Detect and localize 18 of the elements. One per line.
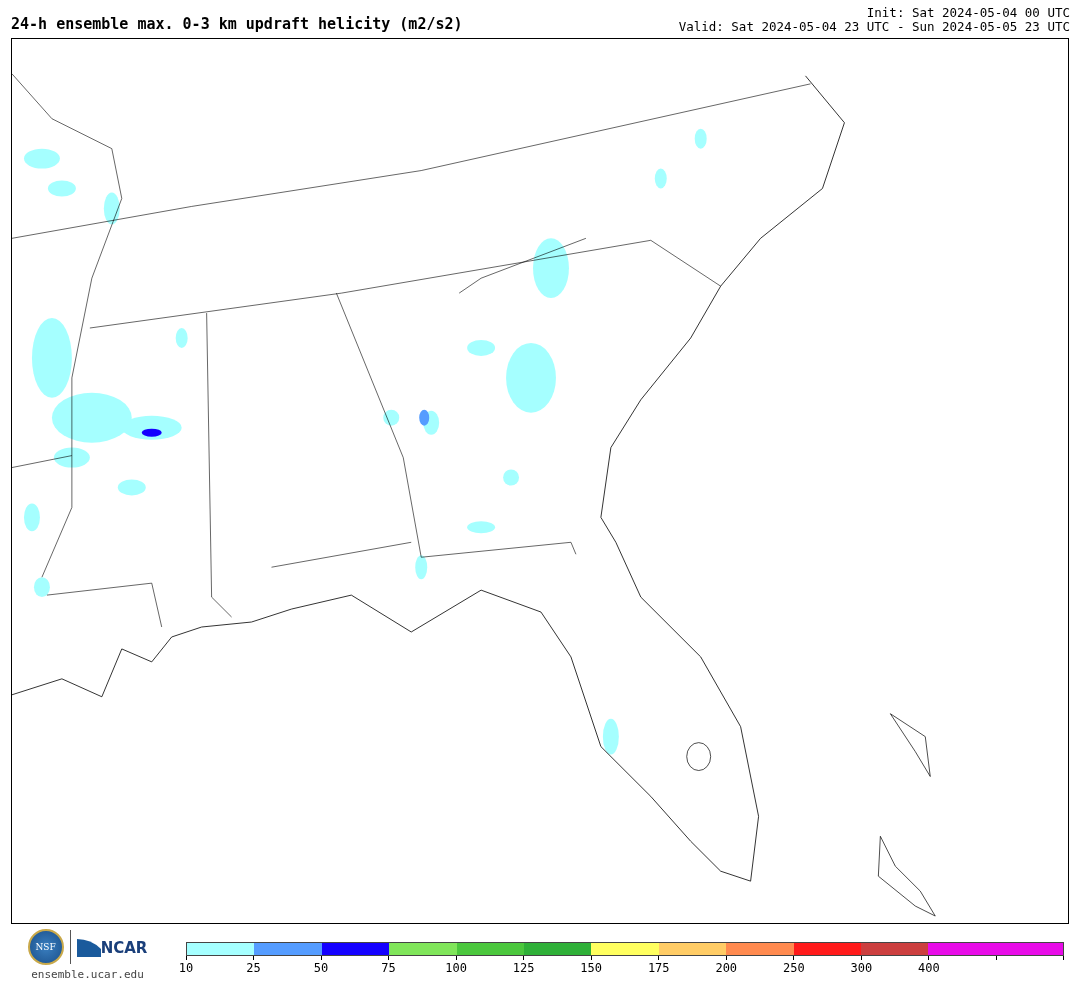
ncar-logo: NCAR [76,937,148,957]
tick-label: 75 [381,961,396,975]
tick-label: 200 [715,961,738,975]
tick-label: 125 [512,961,535,975]
valid-time: Valid: Sat 2024-05-04 23 UTC - Sun 2024-05-05 23 UTC [678,20,1070,34]
tick-label: 25 [246,961,261,975]
site-url: ensemble.ucar.edu [31,968,144,981]
tick-label: 100 [445,961,467,975]
seal-logo: NSF [27,929,64,965]
tick-label: 175 [647,961,670,975]
tick-label: 50 [313,961,329,975]
tick-label: 300 [850,961,873,975]
tick-label: 150 [580,961,603,975]
tick-label: 10 [178,961,194,975]
chart-title: 24-h ensemble max. 0-3 km updraft helicity (m2/s2) [11,15,463,33]
tick-label: 250 [782,961,805,975]
tick-label: 400 [918,961,940,975]
init-time: Init: Sat 2024-05-04 00 UTC [866,6,1070,20]
